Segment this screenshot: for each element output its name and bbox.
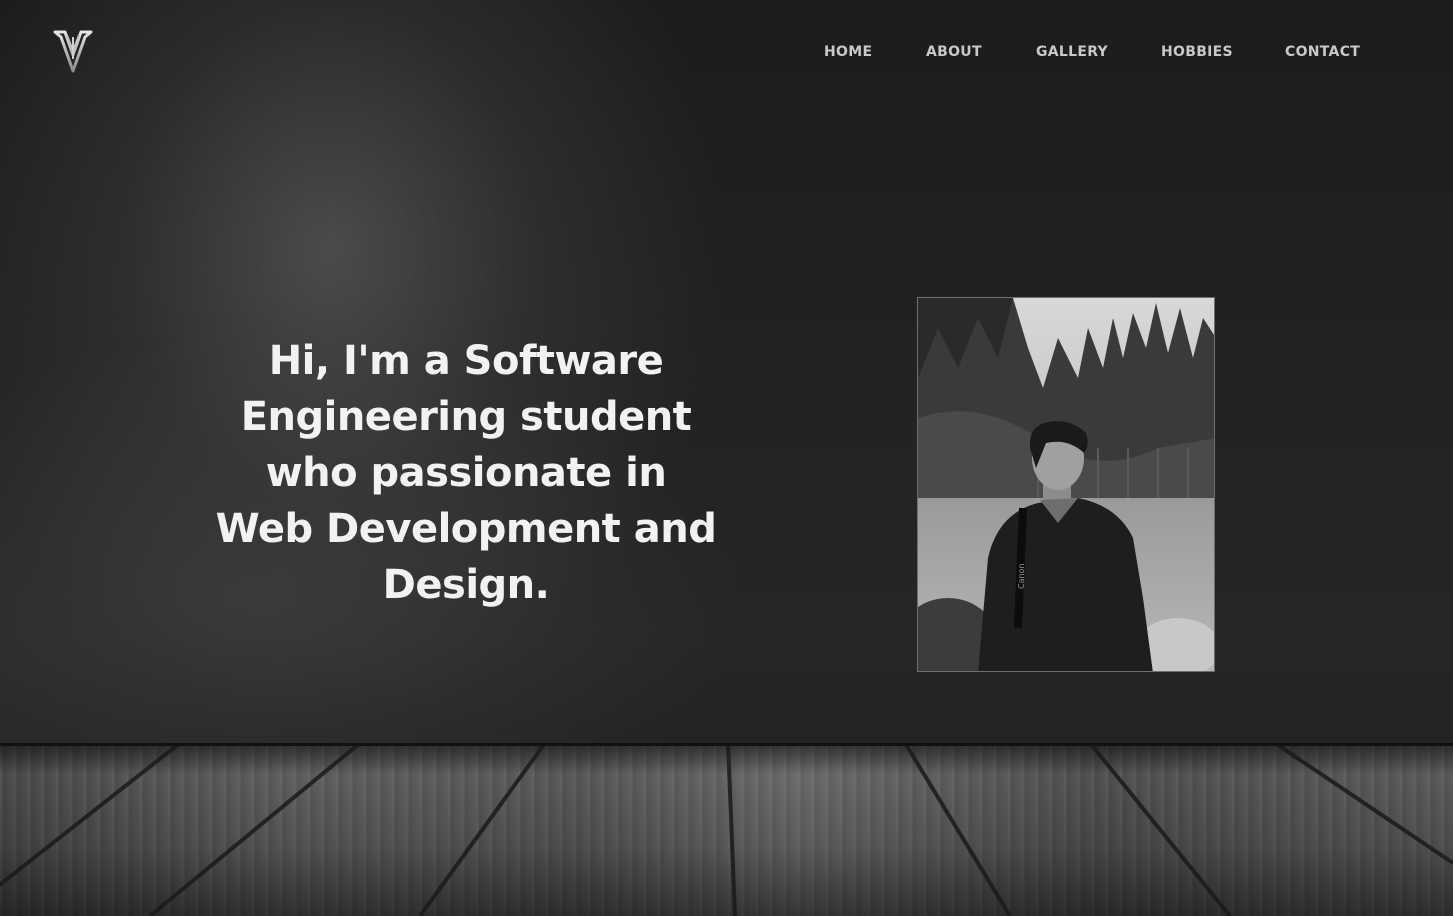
nav-hobbies[interactable]: HOBBIES <box>1161 41 1233 63</box>
hero-heading: Hi, I'm a Software Engineering student w… <box>206 333 726 613</box>
main-navigation: HOME ABOUT GALLERY HOBBIES CONTACT <box>0 41 1453 63</box>
hero-line: Engineering student <box>240 394 692 440</box>
nav-home[interactable]: HOME <box>824 41 872 63</box>
nav-gallery[interactable]: GALLERY <box>1036 41 1108 63</box>
hero-line: Web Development and <box>215 506 717 552</box>
page: HOME ABOUT GALLERY HOBBIES CONTACT Hi, I… <box>0 0 1453 916</box>
hero-line: who passionate in <box>265 450 667 496</box>
hero-line: Design. <box>382 562 550 608</box>
nav-about[interactable]: ABOUT <box>926 41 982 63</box>
wooden-floor <box>0 743 1453 916</box>
hero-line: Hi, I'm a Software <box>268 338 664 384</box>
nav-contact[interactable]: CONTACT <box>1285 41 1360 63</box>
profile-photo: Canon <box>917 297 1215 672</box>
camera-strap-text: Canon <box>1017 563 1026 589</box>
